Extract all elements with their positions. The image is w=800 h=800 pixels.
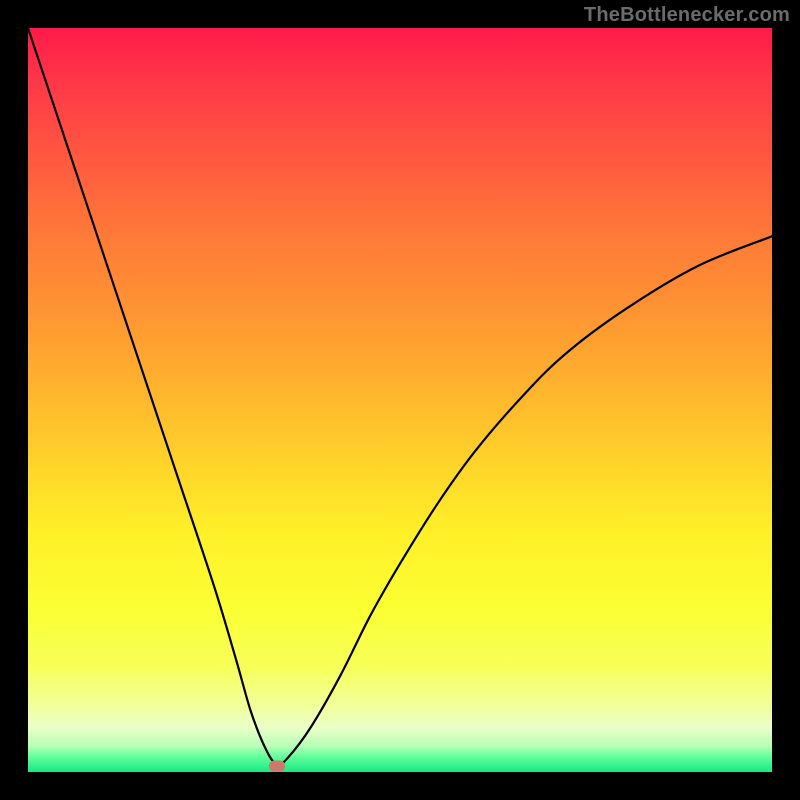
chart-frame: TheBottlenecker.com: [0, 0, 800, 800]
bottleneck-curve: [28, 28, 772, 765]
curve-svg: [28, 28, 772, 772]
plot-area: [28, 28, 772, 772]
watermark-text: TheBottlenecker.com: [584, 4, 790, 27]
minimum-marker: [269, 761, 285, 772]
